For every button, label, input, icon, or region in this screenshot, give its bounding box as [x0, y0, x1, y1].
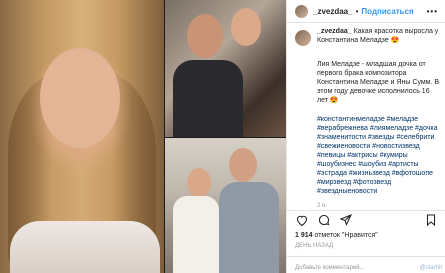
instagram-post-panel: _zvezdaa_ • Подписаться ••• _zvezdaa_ Ка… — [286, 0, 445, 273]
watermark: @starhit — [419, 265, 442, 271]
action-bar — [287, 211, 445, 229]
caption-avatar[interactable] — [295, 30, 311, 46]
likes-label: отметок "Нравится" — [312, 232, 378, 239]
caption-username[interactable]: _zvezdaa_ — [317, 28, 352, 35]
hashtags[interactable]: #константинмеладзе #меладзе #верабрежнев… — [317, 115, 441, 196]
photo-father-daughter-bottom — [165, 138, 286, 273]
photo-portrait — [0, 0, 164, 273]
heart-icon[interactable] — [295, 213, 309, 227]
post-header: _zvezdaa_ • Подписаться ••• — [287, 0, 445, 22]
likes-count[interactable]: 1 914 отметок "Нравится" — [295, 232, 378, 239]
photo-father-daughter-top — [165, 0, 286, 137]
comment-input[interactable]: Добавьте комментарий... — [295, 265, 365, 271]
share-icon[interactable] — [339, 213, 353, 227]
more-options-icon[interactable]: ••• — [427, 7, 438, 16]
header-username[interactable]: _zvezdaa_ — [313, 7, 353, 16]
photo-collage — [0, 0, 286, 273]
bookmark-icon[interactable] — [424, 213, 438, 227]
caption: _zvezdaa_ Какая красотка выросла у Конст… — [317, 27, 439, 45]
likes-number: 1 914 — [295, 232, 313, 239]
comment-icon[interactable] — [317, 213, 331, 227]
caption-time: 2 н. — [317, 203, 327, 209]
separator-dot: • — [355, 6, 359, 16]
avatar[interactable] — [295, 4, 308, 18]
post-time: ДЕНЬ НАЗАД — [295, 243, 334, 249]
post-body: Лия Меладзе - младшая дочка от первого б… — [317, 61, 440, 104]
follow-button[interactable]: Подписаться — [361, 7, 413, 16]
